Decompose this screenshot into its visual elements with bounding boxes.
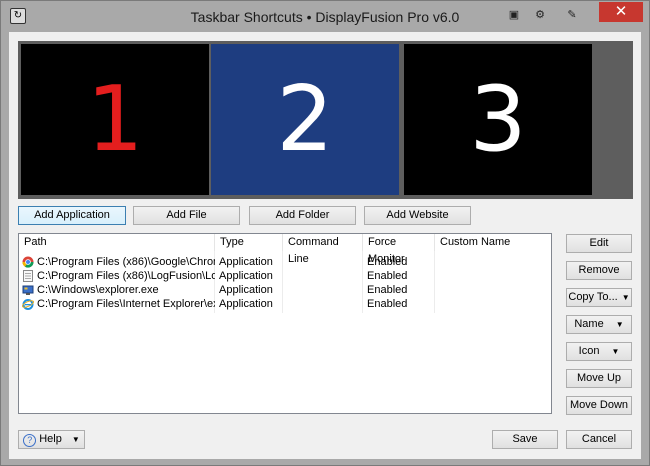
table-row[interactable]: C:\Program Files\Internet Explorer\explo… xyxy=(19,297,551,311)
add-file-button[interactable]: Add File xyxy=(133,206,240,225)
column-header-path[interactable]: Path xyxy=(19,234,215,251)
move-up-button[interactable]: Move Up xyxy=(566,369,632,388)
add-website-button[interactable]: Add Website xyxy=(364,206,471,225)
pin-icon[interactable]: ✎ xyxy=(561,6,583,24)
edit-button[interactable]: Edit xyxy=(566,234,632,253)
monitor-icon[interactable]: ▣ xyxy=(503,6,525,24)
close-button[interactable]: ✕ xyxy=(599,2,643,22)
help-icon: ? xyxy=(23,434,37,447)
copy-to-button[interactable]: Copy To... ▼ xyxy=(566,288,632,307)
shortcuts-list[interactable]: Path Type Command Line Force Monitor Cus… xyxy=(18,233,552,414)
copy-to-label: Copy To... xyxy=(568,291,618,303)
force-monitor-cell: Enabled xyxy=(367,284,408,296)
chevron-down-icon: ▼ xyxy=(621,293,630,302)
column-header-type[interactable]: Type xyxy=(215,234,283,251)
chevron-down-icon: ▼ xyxy=(71,435,80,444)
help-button[interactable]: ? Help ▼ xyxy=(18,430,85,449)
add-application-button[interactable]: Add Application xyxy=(18,206,126,225)
force-monitor-cell: Enabled xyxy=(367,256,408,268)
monitor-selector: 1 2 3 xyxy=(18,41,633,199)
name-label: Name xyxy=(574,318,604,330)
title-bar[interactable]: ↻ Taskbar Shortcuts • DisplayFusion Pro … xyxy=(1,1,649,32)
save-button[interactable]: Save xyxy=(492,430,558,449)
monitor-2[interactable]: 2 xyxy=(211,44,399,195)
path-cell: C:\Windows\explorer.exe xyxy=(37,284,159,296)
monitor-1[interactable]: 1 xyxy=(21,44,209,195)
monitor-1-label: 1 xyxy=(86,67,144,172)
type-cell: Application xyxy=(219,256,273,268)
app-window: ↻ Taskbar Shortcuts • DisplayFusion Pro … xyxy=(0,0,650,466)
column-header-command-line[interactable]: Command Line xyxy=(283,234,363,265)
force-monitor-cell: Enabled xyxy=(367,270,408,282)
type-cell: Application xyxy=(219,284,273,296)
table-row[interactable]: C:\Program Files (x86)\LogFusion\LogFu..… xyxy=(19,269,551,283)
move-down-button[interactable]: Move Down xyxy=(566,396,632,415)
settings-icon[interactable]: ⚙ xyxy=(529,6,551,24)
chevron-down-icon: ▼ xyxy=(615,320,624,329)
chevron-down-icon: ▼ xyxy=(611,347,620,356)
remove-button[interactable]: Remove xyxy=(566,261,632,280)
monitor-3-label: 3 xyxy=(469,67,527,172)
help-label: Help xyxy=(39,433,62,445)
table-row[interactable]: C:\Windows\explorer.exe Application Enab… xyxy=(19,283,551,297)
name-button[interactable]: Name ▼ xyxy=(566,315,632,334)
path-cell: C:\Program Files\Internet Explorer\explo… xyxy=(37,298,215,310)
add-folder-button[interactable]: Add Folder xyxy=(249,206,356,225)
icon-label: Icon xyxy=(578,345,600,357)
client-area: 1 2 3 Add Application Add File Add Folde… xyxy=(9,32,641,459)
window-title: Taskbar Shortcuts • DisplayFusion Pro v6… xyxy=(190,9,460,25)
type-cell: Application xyxy=(219,298,273,310)
column-header-custom-name[interactable]: Custom Name xyxy=(435,234,551,251)
force-monitor-cell: Enabled xyxy=(367,298,408,310)
monitor-2-label: 2 xyxy=(276,67,334,172)
table-row[interactable]: C:\Program Files (x86)\Google\Chrome\...… xyxy=(19,255,551,269)
cancel-button[interactable]: Cancel xyxy=(566,430,632,449)
column-header-force-monitor[interactable]: Force Monitor xyxy=(363,234,435,265)
icon-button[interactable]: Icon ▼ xyxy=(566,342,632,361)
path-cell: C:\Program Files (x86)\Google\Chrome\... xyxy=(37,256,215,268)
monitor-3[interactable]: 3 xyxy=(404,44,592,195)
type-cell: Application xyxy=(219,270,273,282)
path-cell: C:\Program Files (x86)\LogFusion\LogFu..… xyxy=(37,270,215,282)
